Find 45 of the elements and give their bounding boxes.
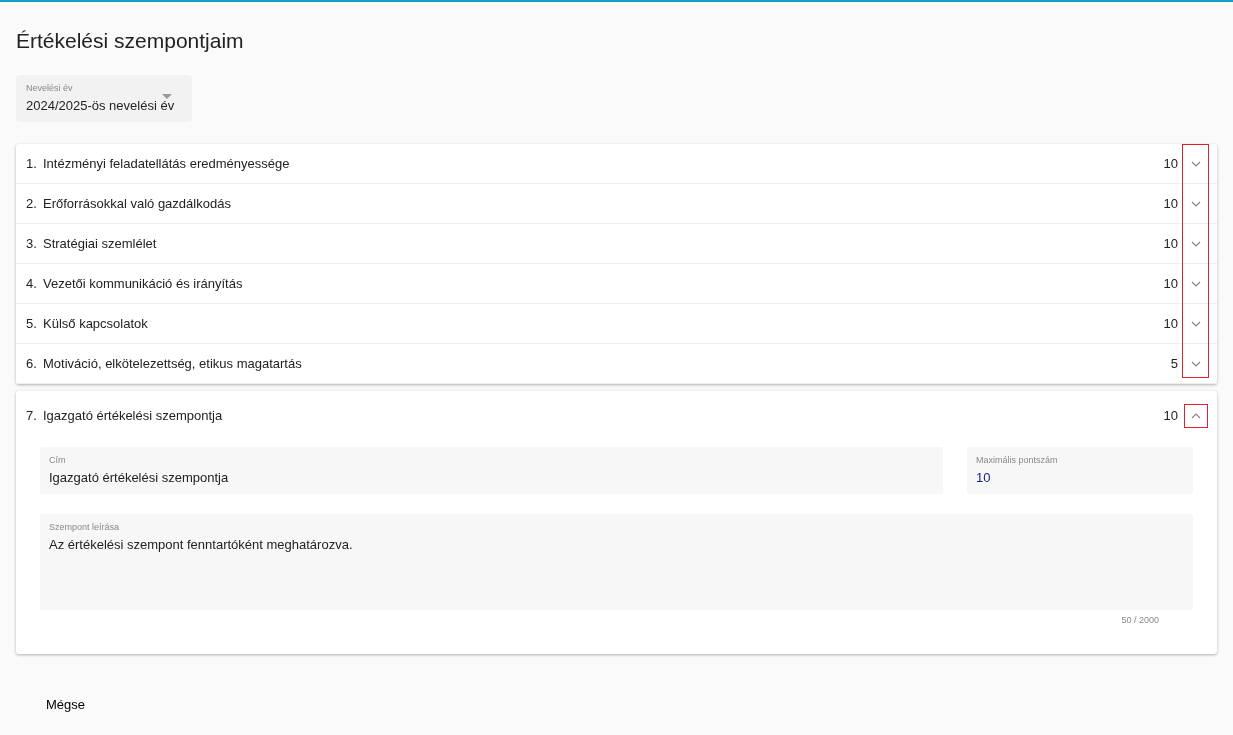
- item-number: 3.: [26, 234, 38, 253]
- chevron-down-icon: [1191, 320, 1201, 327]
- chevron-down-icon: [1191, 160, 1201, 167]
- item-number: 6.: [26, 354, 38, 373]
- chevron-down-icon: [1191, 240, 1201, 247]
- item-score: 10: [1163, 407, 1178, 426]
- item-title[interactable]: Motiváció, elkötelezettség, etikus magatartás: [43, 353, 302, 374]
- item-score: 10: [1163, 194, 1178, 213]
- title-field[interactable]: Cím Igazgató értékelési szempontja: [40, 447, 943, 495]
- item-score: 10: [1163, 274, 1178, 293]
- item-score: 5: [1170, 354, 1178, 373]
- year-select[interactable]: Nevelési év 2024/2025-ös nevelési év: [16, 75, 192, 123]
- dropdown-arrow-icon: [162, 94, 172, 100]
- item-title[interactable]: Intézményi feladatellátás eredményessége: [43, 153, 290, 174]
- item-title[interactable]: Stratégiai szemlélet: [43, 233, 157, 254]
- chevron-up-icon: [1191, 413, 1201, 420]
- max-score-field[interactable]: Maximális pontszám 10: [967, 447, 1193, 495]
- item-number: 1.: [26, 154, 38, 173]
- item-number: 7.: [26, 407, 38, 426]
- item-title[interactable]: Vezetői kommunikáció és irányítás: [43, 273, 243, 294]
- field-label: Nevelési év: [26, 82, 74, 96]
- character-counter: 50 / 2000: [1120, 614, 1160, 628]
- select-value: 2024/2025-ös nevelési év: [26, 97, 175, 113]
- item-number: 2.: [26, 194, 38, 213]
- field-label: Szempont leírása: [49, 521, 121, 535]
- field-value: Az értékelési szempont fenntartóként meghatározva.: [49, 535, 354, 554]
- cancel-button[interactable]: Mégse: [34, 688, 98, 721]
- item-title[interactable]: Erőforrásokkal való gazdálkodás: [43, 193, 231, 214]
- item-title[interactable]: Külső kapcsolatok: [43, 313, 148, 334]
- description-field[interactable]: Szempont leírása Az értékelési szempont fenntartóként meghatározva.: [40, 514, 1193, 611]
- item-number: 5.: [26, 314, 38, 333]
- page-title: Értékelési szempontjaim: [16, 28, 245, 54]
- item-score: 10: [1163, 154, 1178, 173]
- field-label: Cím: [49, 454, 67, 468]
- field-value: Igazgató értékelési szempontja: [49, 468, 230, 487]
- item-score: 10: [1163, 314, 1178, 333]
- chevron-down-icon: [1191, 280, 1201, 287]
- chevron-down-icon: [1191, 200, 1201, 207]
- item-title[interactable]: Igazgató értékelési szempontja: [43, 406, 223, 426]
- expand-toggle[interactable]: [1184, 404, 1208, 429]
- item-score: 10: [1163, 234, 1178, 253]
- item-number: 4.: [26, 274, 38, 293]
- field-value: 10: [976, 468, 992, 487]
- chevron-down-icon: [1191, 360, 1201, 367]
- field-label: Maximális pontszám: [976, 454, 1059, 468]
